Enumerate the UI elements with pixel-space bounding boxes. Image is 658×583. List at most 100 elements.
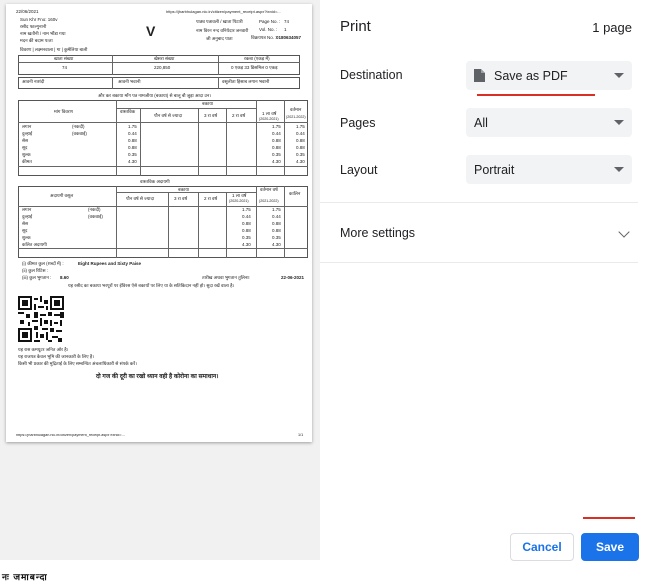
- preview-col-header: (2020-2021): [229, 199, 249, 203]
- preview-col-header: बकाया: [202, 101, 213, 106]
- annotation-underline: [477, 94, 595, 96]
- table-cell: 0.44: [272, 131, 281, 136]
- destination-label: Destination: [340, 68, 403, 82]
- preview-cell: 220,850: [154, 65, 171, 70]
- preview-col-header: (2021-2022): [259, 199, 279, 203]
- pages-value: All: [474, 115, 488, 130]
- underlying-page-strip: नः जमाबन्दा: [0, 560, 320, 582]
- more-settings-toggle[interactable]: More settings: [340, 226, 415, 240]
- preview-amount-ii: (ii) कुल रिटिस :: [22, 268, 48, 273]
- pdf-file-icon: [474, 69, 485, 82]
- preview-page-mark: 1/1: [298, 433, 304, 437]
- table-cell: 0.88: [242, 221, 251, 226]
- dialog-title: Print: [340, 18, 371, 35]
- divider: [320, 202, 638, 203]
- table-row-name: कीमत: [22, 159, 32, 164]
- preview-col-header: मांग विवरण: [54, 109, 73, 114]
- table-cell: 1.75: [272, 124, 281, 129]
- table-row-name: शुल्क: [22, 152, 31, 157]
- preview-col-header: (2021-2022): [286, 115, 306, 119]
- table-cell: 4.30: [272, 159, 281, 164]
- preview-amount-iii-label: (iii) कुल भुगतान :: [22, 275, 52, 280]
- table-cell: 1.75: [128, 124, 137, 129]
- table-cell: 0.35: [272, 152, 281, 157]
- preview-amount-words: Eight Rupees and Sixty Paise: [78, 261, 142, 266]
- preview-cell: आवनी भवानी: [118, 79, 141, 84]
- preview-col-header: 3 रा वर्ष: [174, 196, 188, 201]
- table-cell: 0.88: [272, 228, 281, 233]
- save-button[interactable]: Save: [581, 533, 639, 561]
- caret-down-icon: [614, 120, 624, 125]
- preview-cell: 0 एकड़ 33 डिसमिल 0 एकड़: [231, 65, 278, 70]
- divider: [320, 262, 638, 263]
- preview-big-letter: V: [146, 23, 156, 39]
- layout-label: Layout: [340, 163, 378, 177]
- preview-col-header: 2 रा वर्ष: [232, 113, 246, 118]
- preview-vol-no: 1: [284, 27, 287, 32]
- preview-receipt-no: 0180634057: [276, 35, 302, 40]
- preview-vol-no-label: Vol. No. :: [259, 27, 278, 32]
- preview-col-header: खेसरा संख्या: [154, 56, 175, 61]
- preview-cell: 74: [62, 65, 68, 70]
- preview-cell: आवनी नाशंदी: [22, 79, 45, 84]
- preview-cell: वसूलीता हिसाब लगान भवानी: [222, 79, 270, 84]
- caret-down-icon: [614, 73, 624, 78]
- table-cell: 0.44: [272, 214, 281, 219]
- table-row-name: दुल्हाई: [22, 214, 33, 219]
- table-cell: 0.44: [296, 131, 305, 136]
- preview-col-header: कालिन: [289, 191, 301, 196]
- preview-demand-title: और कर बकाया माँग पत्र नामजीया (बकाया) से…: [98, 93, 212, 98]
- preview-col-header: वर्तमान: [290, 107, 302, 112]
- table-cell: 0.44: [128, 131, 137, 136]
- table-row-name: शुल्क: [22, 235, 31, 240]
- preview-amount-iii: 8.60: [60, 275, 69, 280]
- preview-receipt-label: विक्रयपत्र No. :: [251, 35, 277, 40]
- print-preview-area[interactable]: 22/06/2021 https://jharbhulagan.nic.in/c…: [0, 0, 320, 582]
- preview-col-header: बकाया: [178, 187, 189, 192]
- table-cell: 0.88: [296, 145, 305, 150]
- preview-col-header: पौन वर्ष से ज्यादा: [126, 196, 155, 201]
- preview-payment-date-label: तारीख अथवा भुगतान तुलिनाः: [202, 275, 250, 280]
- preview-url-top: https://jharbhulagan.nic.in/citizen/paym…: [166, 10, 281, 14]
- preview-date: 22/06/2021: [16, 9, 39, 14]
- preview-section-line: विवरण | लक्ष्मनवाला | गा | कुमेलिया बाली: [20, 47, 88, 52]
- layout-select[interactable]: Portrait: [466, 155, 632, 184]
- preview-page-no-label: Page No. :: [259, 19, 281, 24]
- table-cell: 0.88: [242, 228, 251, 233]
- preview-col-header: 2 रा वर्ष: [204, 196, 218, 201]
- print-settings-panel: Print 1 page Destination Save as PDF Pag…: [320, 0, 658, 579]
- pages-label: Pages: [340, 116, 376, 130]
- preview-footnote: किसी भी प्रकार की मुद्रिताई के लिए सम्बन…: [18, 361, 137, 366]
- preview-amount-words-label: (i) कीमत कुल (शब्दों में) :: [22, 261, 64, 266]
- preview-col-header: 3 रा वर्ष: [204, 113, 218, 118]
- table-cell: 4.30: [128, 159, 137, 164]
- preview-col-header: अदायगी वसूल: [50, 193, 74, 198]
- preview-col-header: वास्तविक: [120, 109, 136, 114]
- preview-note: यह रसीद का बकाया भरपूरों पर ईविरस ऐसे बक…: [68, 283, 235, 288]
- table-row-name: लगान: [22, 124, 32, 129]
- layout-value: Portrait: [474, 162, 515, 177]
- table-row-type: (नकदी): [72, 124, 85, 129]
- table-row-type: (नकदी): [88, 207, 101, 212]
- pages-select[interactable]: All: [466, 108, 632, 137]
- destination-select[interactable]: Save as PDF: [466, 61, 632, 90]
- preview-payment-date: 22-06-2021: [281, 275, 305, 280]
- table-cell: 1.75: [242, 207, 251, 212]
- preview-header-left: नाम खतौनी / नाम भौंडा गया: [20, 31, 66, 36]
- preview-col-header: 1 ला वर्ष: [232, 193, 247, 198]
- cancel-button[interactable]: Cancel: [510, 533, 574, 561]
- table-cell: 4.30: [296, 159, 305, 164]
- preview-header-mid: जी अनुबाद पाता: [206, 36, 233, 41]
- table-cell: 0.44: [242, 214, 251, 219]
- table-row-name: सेस: [22, 221, 29, 226]
- table-cell: 0.88: [272, 138, 281, 143]
- preview-header-left: रसीद फाल्गुनानी: [20, 24, 47, 29]
- chevron-down-icon[interactable]: [618, 226, 630, 238]
- destination-value: Save as PDF: [494, 68, 568, 83]
- table-cell: 0.35: [128, 152, 137, 157]
- preview-page-no: 74: [284, 19, 290, 24]
- table-row-name: कलित अदायगी: [22, 242, 47, 247]
- annotation-underline: [583, 517, 635, 519]
- preview-header-left: मदन की बदाम पत्‍ता: [20, 38, 53, 43]
- table-cell: 0.88: [272, 221, 281, 226]
